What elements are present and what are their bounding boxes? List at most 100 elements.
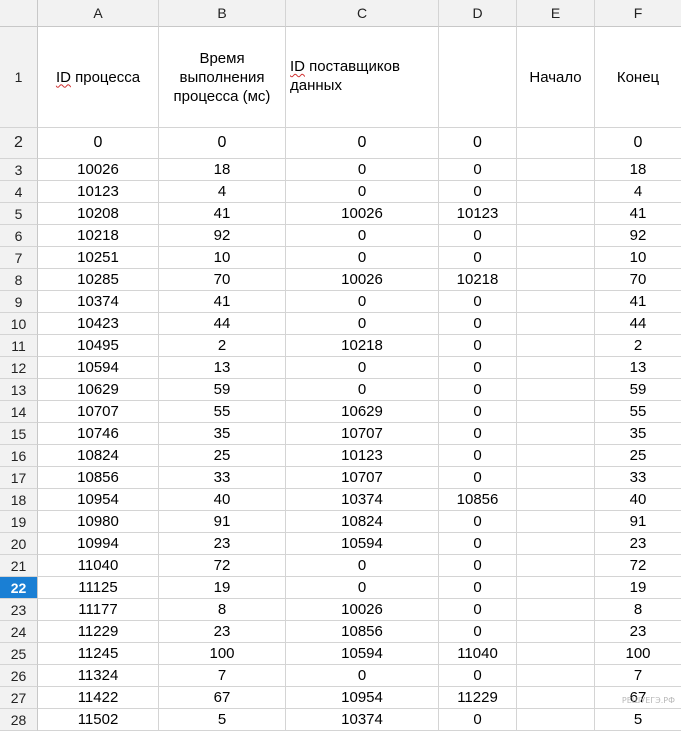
cell-e[interactable]	[517, 687, 595, 709]
cell-c[interactable]: 0	[286, 379, 439, 401]
cell-d[interactable]: 0	[439, 291, 517, 313]
cell-c[interactable]: 0	[286, 128, 439, 159]
cell-f[interactable]: 19	[595, 577, 681, 599]
cell-b[interactable]: 13	[159, 357, 286, 379]
cell-b[interactable]: 41	[159, 203, 286, 225]
cell-a[interactable]: 10856	[38, 467, 159, 489]
cell-d[interactable]: 11229	[439, 687, 517, 709]
cell-d[interactable]: 0	[439, 709, 517, 731]
cell-e[interactable]	[517, 225, 595, 247]
cell-e[interactable]	[517, 269, 595, 291]
cell-d[interactable]: 0	[439, 159, 517, 181]
cell-b[interactable]: 23	[159, 533, 286, 555]
cell-a[interactable]: 11502	[38, 709, 159, 731]
cell-a[interactable]: 11125	[38, 577, 159, 599]
column-header-b[interactable]: B	[159, 0, 286, 27]
cell-c[interactable]: 0	[286, 665, 439, 687]
cell-e[interactable]	[517, 621, 595, 643]
cell-e[interactable]	[517, 181, 595, 203]
cell-c[interactable]: 10594	[286, 643, 439, 665]
cell-e[interactable]	[517, 489, 595, 511]
cell-f[interactable]: 10	[595, 247, 681, 269]
cell-d[interactable]: 0	[439, 225, 517, 247]
cell-b[interactable]: 55	[159, 401, 286, 423]
cell-f[interactable]: 44	[595, 313, 681, 335]
cell-d[interactable]: 10123	[439, 203, 517, 225]
cell-f[interactable]: 55	[595, 401, 681, 423]
cell-e[interactable]	[517, 401, 595, 423]
cell-b[interactable]: 67	[159, 687, 286, 709]
cell-f[interactable]: 18	[595, 159, 681, 181]
cell-a1[interactable]: ID процесса	[38, 27, 159, 128]
row-header[interactable]: 16	[0, 445, 38, 467]
cell-d[interactable]: 0	[439, 181, 517, 203]
row-header[interactable]: 14	[0, 401, 38, 423]
cell-a[interactable]: 11324	[38, 665, 159, 687]
row-header[interactable]: 17	[0, 467, 38, 489]
cell-b[interactable]: 70	[159, 269, 286, 291]
row-header[interactable]: 2	[0, 128, 38, 159]
cell-b[interactable]: 25	[159, 445, 286, 467]
row-header[interactable]: 28	[0, 709, 38, 731]
cell-b[interactable]: 44	[159, 313, 286, 335]
cell-f[interactable]: 7	[595, 665, 681, 687]
cell-f[interactable]: 8	[595, 599, 681, 621]
select-all-corner[interactable]	[0, 0, 38, 27]
row-header[interactable]: 13	[0, 379, 38, 401]
cell-d[interactable]: 0	[439, 357, 517, 379]
column-header-e[interactable]: E	[517, 0, 595, 27]
cell-a[interactable]: 10423	[38, 313, 159, 335]
cell-a[interactable]: 11422	[38, 687, 159, 709]
row-header[interactable]: 8	[0, 269, 38, 291]
row-header[interactable]: 9	[0, 291, 38, 313]
row-header[interactable]: 15	[0, 423, 38, 445]
row-header[interactable]: 23	[0, 599, 38, 621]
cell-a[interactable]: 10629	[38, 379, 159, 401]
cell-f[interactable]: 59	[595, 379, 681, 401]
cell-c[interactable]: 0	[286, 555, 439, 577]
cell-a[interactable]: 10980	[38, 511, 159, 533]
cell-c[interactable]: 10218	[286, 335, 439, 357]
cell-b[interactable]: 100	[159, 643, 286, 665]
cell-b[interactable]: 8	[159, 599, 286, 621]
cell-a[interactable]: 10495	[38, 335, 159, 357]
cell-d[interactable]: 0	[439, 401, 517, 423]
row-header[interactable]: 1	[0, 27, 38, 128]
cell-c[interactable]: 0	[286, 291, 439, 313]
cell-c[interactable]: 10026	[286, 203, 439, 225]
cell-d[interactable]: 0	[439, 555, 517, 577]
cell-e[interactable]	[517, 423, 595, 445]
cell-e[interactable]	[517, 159, 595, 181]
cell-f[interactable]: 100	[595, 643, 681, 665]
cell-b[interactable]: 18	[159, 159, 286, 181]
cell-d[interactable]: 0	[439, 313, 517, 335]
cell-a[interactable]: 10218	[38, 225, 159, 247]
cell-d1[interactable]	[439, 27, 517, 128]
cell-b[interactable]: 2	[159, 335, 286, 357]
cell-a[interactable]: 10208	[38, 203, 159, 225]
cell-e[interactable]	[517, 577, 595, 599]
row-header[interactable]: 5	[0, 203, 38, 225]
cell-e[interactable]	[517, 643, 595, 665]
cell-f[interactable]: 41	[595, 291, 681, 313]
cell-c1[interactable]: ID поставщиков данных	[286, 27, 439, 128]
cell-f[interactable]: 0	[595, 128, 681, 159]
cell-a[interactable]: 10707	[38, 401, 159, 423]
cell-f[interactable]: 4	[595, 181, 681, 203]
cell-d[interactable]: 0	[439, 379, 517, 401]
cell-a[interactable]: 10285	[38, 269, 159, 291]
cell-a[interactable]: 10026	[38, 159, 159, 181]
cell-c[interactable]: 0	[286, 181, 439, 203]
cell-c[interactable]: 10707	[286, 467, 439, 489]
column-header-a[interactable]: A	[38, 0, 159, 27]
cell-e[interactable]	[517, 709, 595, 731]
cell-b[interactable]: 91	[159, 511, 286, 533]
cell-f[interactable]: 91	[595, 511, 681, 533]
cell-a[interactable]: 11245	[38, 643, 159, 665]
cell-e[interactable]	[517, 291, 595, 313]
cell-d[interactable]: 0	[439, 577, 517, 599]
cell-b[interactable]: 23	[159, 621, 286, 643]
cell-b[interactable]: 59	[159, 379, 286, 401]
cell-e[interactable]	[517, 128, 595, 159]
cell-c[interactable]: 10856	[286, 621, 439, 643]
